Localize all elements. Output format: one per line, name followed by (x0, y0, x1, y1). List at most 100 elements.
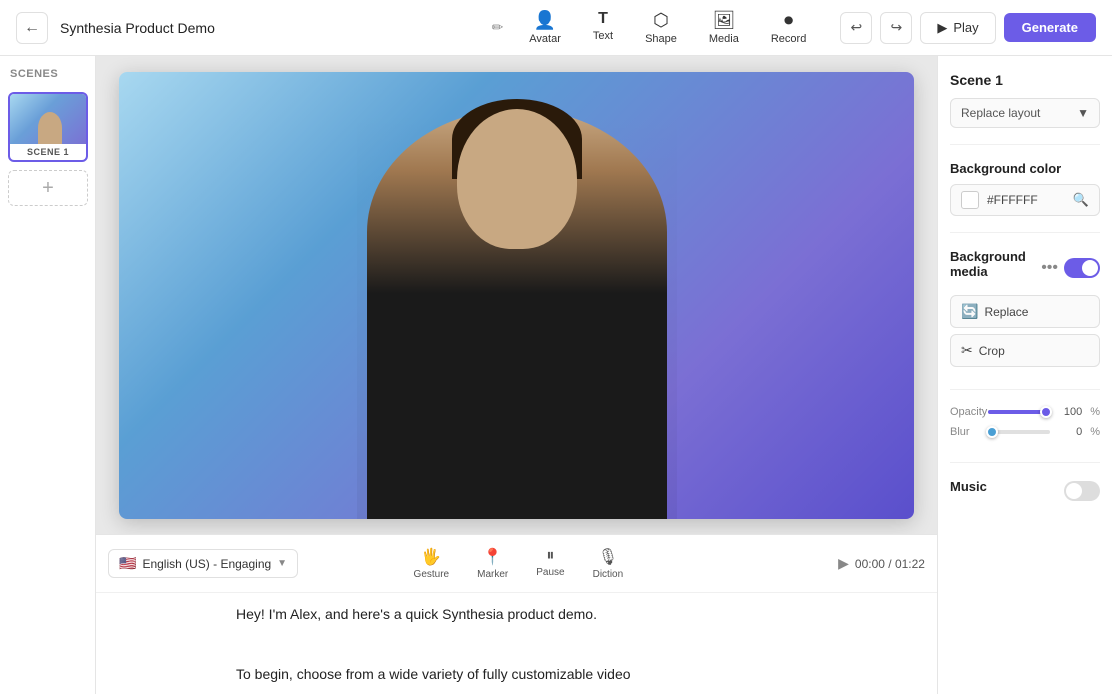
right-panel: Scene 1 Replace layout ▼ Background colo… (937, 56, 1112, 694)
timer-display: ▶ 00:00 / 01:22 (838, 555, 925, 572)
divider-1 (950, 144, 1100, 145)
blur-slider[interactable] (988, 430, 1050, 434)
music-title: Music (950, 479, 987, 494)
scene-label: SCENE 1 (10, 144, 86, 160)
canvas-frame[interactable] (119, 72, 914, 519)
scene-1-title: Scene 1 (950, 72, 1100, 88)
replace-icon: 🔄 (961, 303, 978, 320)
opacity-section: Opacity 100 % Blur 0 % (950, 406, 1100, 446)
tool-text-label: Text (593, 30, 613, 42)
language-selector[interactable]: 🇺🇸 English (US) - Engaging ▼ (108, 549, 298, 578)
tool-record[interactable]: ⏺ Record (757, 4, 820, 51)
gesture-button[interactable]: 🖐 Gesture (402, 543, 462, 584)
eyedropper-icon[interactable]: 🔍 (1073, 192, 1089, 208)
media-icon: 🖼 (712, 10, 735, 31)
shape-icon: ⬡ (653, 10, 669, 31)
diction-label: Diction (593, 569, 624, 580)
music-toggle[interactable] (1064, 481, 1100, 501)
record-icon: ⏺ (784, 10, 793, 31)
flag-icon: 🇺🇸 (119, 555, 136, 572)
tool-shape-label: Shape (645, 33, 677, 45)
bg-media-toggle[interactable] (1064, 258, 1100, 278)
undo-button[interactable]: ↩ (840, 12, 872, 44)
toggle-knob (1082, 260, 1098, 276)
bg-media-title: Background media (950, 249, 1041, 279)
text-icon: T (598, 10, 608, 28)
edit-icon[interactable]: ✏ (492, 19, 504, 36)
blur-value: 0 (1058, 426, 1082, 438)
language-chevron-icon: ▼ (277, 558, 287, 569)
layout-chevron-icon: ▼ (1077, 106, 1089, 120)
tool-text[interactable]: T Text (579, 4, 627, 51)
divider-2 (950, 232, 1100, 233)
play-button[interactable]: ▶ Play (920, 12, 995, 44)
gesture-label: Gesture (414, 569, 450, 580)
bg-color-row[interactable]: #FFFFFF 🔍 (950, 184, 1100, 216)
marker-label: Marker (477, 569, 508, 580)
replace-label: Replace (984, 305, 1028, 319)
pause-label: Pause (536, 567, 564, 578)
main-area: Scenes SCENE 1 + (0, 56, 1112, 694)
diction-icon: 🎙 (598, 547, 618, 567)
opacity-thumb[interactable] (1040, 406, 1052, 418)
toolbar: 👤 Avatar T Text ⬡ Shape 🖼 Media ⏺ Record (515, 4, 820, 51)
script-tools: 🖐 Gesture 📍 Marker ⏸ Pause 🎙 Diction (402, 543, 636, 584)
undo-icon: ↩ (850, 19, 862, 36)
diction-button[interactable]: 🎙 Diction (581, 543, 636, 584)
tool-avatar[interactable]: 👤 Avatar (515, 4, 575, 51)
tool-avatar-label: Avatar (529, 33, 561, 45)
music-header: Music (950, 479, 1100, 502)
language-label: English (US) - Engaging (142, 557, 271, 571)
replace-media-button[interactable]: 🔄 Replace (950, 295, 1100, 328)
more-options-icon[interactable]: ••• (1041, 259, 1058, 277)
bg-color-title: Background color (950, 161, 1100, 176)
marker-icon: 📍 (483, 547, 503, 567)
scene-thumb-1[interactable]: SCENE 1 (8, 92, 88, 162)
play-icon: ▶ (937, 20, 947, 36)
script-line-3: To begin, choose from a wide variety of … (236, 663, 797, 687)
avatar-silhouette (367, 109, 667, 519)
gesture-icon: 🖐 (421, 547, 441, 567)
crop-media-button[interactable]: ✂ Crop (950, 334, 1100, 367)
marker-button[interactable]: 📍 Marker (465, 543, 520, 584)
back-button[interactable]: ← (16, 12, 48, 44)
timer-play-icon: ▶ (838, 555, 849, 572)
generate-button[interactable]: Generate (1004, 13, 1096, 42)
blur-row: Blur 0 % (950, 426, 1100, 438)
blur-pct: % (1090, 426, 1100, 438)
divider-3 (950, 389, 1100, 390)
music-toggle-knob (1066, 483, 1082, 499)
add-scene-button[interactable]: + (8, 170, 88, 206)
layout-label: Replace layout (961, 106, 1040, 120)
divider-4 (950, 462, 1100, 463)
canvas-area: 🇺🇸 English (US) - Engaging ▼ 🖐 Gesture 📍… (96, 56, 937, 694)
opacity-slider[interactable] (988, 410, 1050, 414)
pause-button[interactable]: ⏸ Pause (524, 543, 576, 584)
bg-media-actions: ••• (1041, 258, 1100, 278)
tool-record-label: Record (771, 33, 806, 45)
header-actions: ↩ ↪ ▶ Play Generate (840, 12, 1096, 44)
opacity-pct: % (1090, 406, 1100, 418)
script-line-2 (236, 633, 797, 657)
blur-thumb[interactable] (986, 426, 998, 438)
tool-media[interactable]: 🖼 Media (695, 4, 753, 51)
bg-color-section: Background color #FFFFFF 🔍 (950, 161, 1100, 216)
tool-media-label: Media (709, 33, 739, 45)
avatar-face (457, 109, 577, 249)
redo-icon: ↪ (890, 19, 902, 36)
crop-label: Crop (979, 344, 1005, 358)
scenes-title: Scenes (8, 68, 87, 84)
scenes-panel: Scenes SCENE 1 + (0, 56, 96, 694)
avatar-icon: 👤 (534, 10, 556, 31)
color-swatch (961, 191, 979, 209)
script-content[interactable]: Hey! I'm Alex, and here's a quick Synthe… (96, 593, 937, 694)
play-label: Play (953, 20, 978, 35)
opacity-value: 100 (1058, 406, 1082, 418)
opacity-label: Opacity (950, 406, 980, 418)
canvas-wrapper (96, 56, 937, 534)
redo-button[interactable]: ↪ (880, 12, 912, 44)
script-line-1: Hey! I'm Alex, and here's a quick Synthe… (236, 603, 797, 627)
tool-shape[interactable]: ⬡ Shape (631, 4, 691, 51)
script-panel: 🇺🇸 English (US) - Engaging ▼ 🖐 Gesture 📍… (96, 534, 937, 694)
layout-selector[interactable]: Replace layout ▼ (950, 98, 1100, 128)
